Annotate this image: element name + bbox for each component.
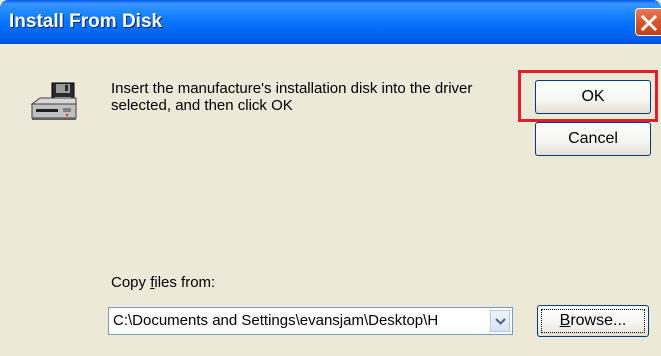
dropdown-button[interactable] <box>490 310 510 332</box>
instruction-line-2: selected, and then click OK <box>111 97 293 114</box>
focus-rectangle <box>541 309 645 333</box>
install-from-disk-dialog: Install From Disk Insert the manufacture… <box>0 0 661 356</box>
title-bar[interactable]: Install From Disk <box>0 0 661 44</box>
copy-files-path-combobox[interactable]: C:\Documents and Settings\evansjam\Deskt… <box>108 307 513 335</box>
copy-label-after: iles from: <box>154 274 216 291</box>
cancel-button[interactable]: Cancel <box>535 122 651 156</box>
window-title: Install From Disk <box>9 11 163 32</box>
close-icon <box>640 14 658 32</box>
close-button[interactable] <box>635 8 661 36</box>
instruction-line-1: Insert the manufacture's installation di… <box>111 80 473 97</box>
disk-drive-icon <box>30 82 77 120</box>
highlight-box <box>518 70 658 122</box>
copy-files-path-value[interactable]: C:\Documents and Settings\evansjam\Deskt… <box>113 312 491 329</box>
instruction-text: Insert the manufacture's installation di… <box>111 80 521 114</box>
copy-label-before: Copy <box>111 274 151 291</box>
browse-button[interactable]: Browse... <box>537 305 649 337</box>
copy-files-label: Copy files from: <box>111 274 215 291</box>
chevron-down-icon <box>495 318 506 325</box>
